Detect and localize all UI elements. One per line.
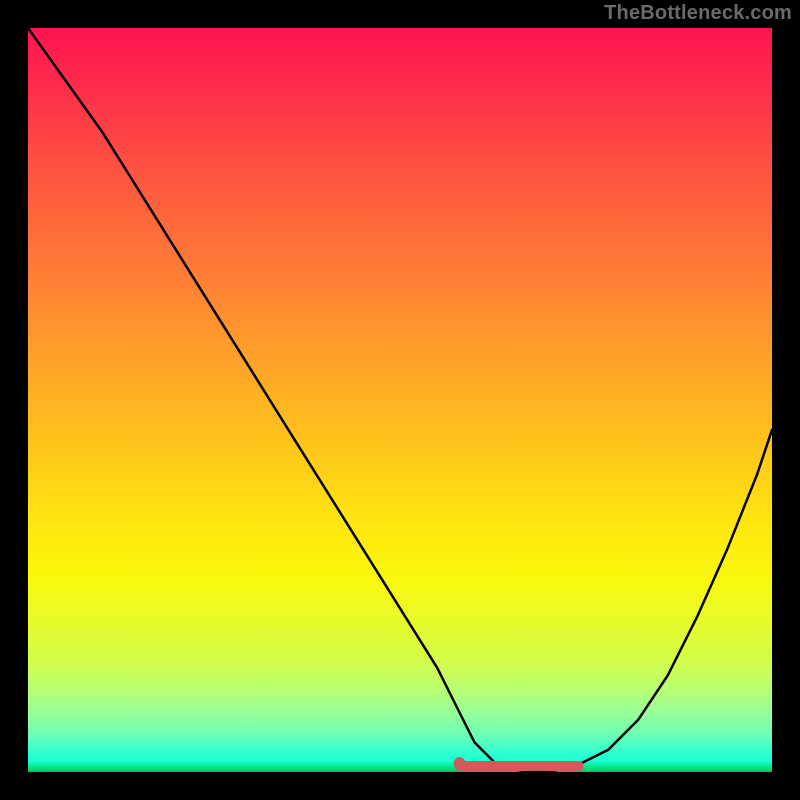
optimal-point-marker [454, 757, 466, 769]
watermark-text: TheBottleneck.com [604, 2, 792, 25]
bottleneck-curve [28, 28, 772, 772]
chart-svg [28, 28, 772, 772]
chart-container: TheBottleneck.com [0, 0, 800, 800]
plot-area [28, 28, 772, 772]
